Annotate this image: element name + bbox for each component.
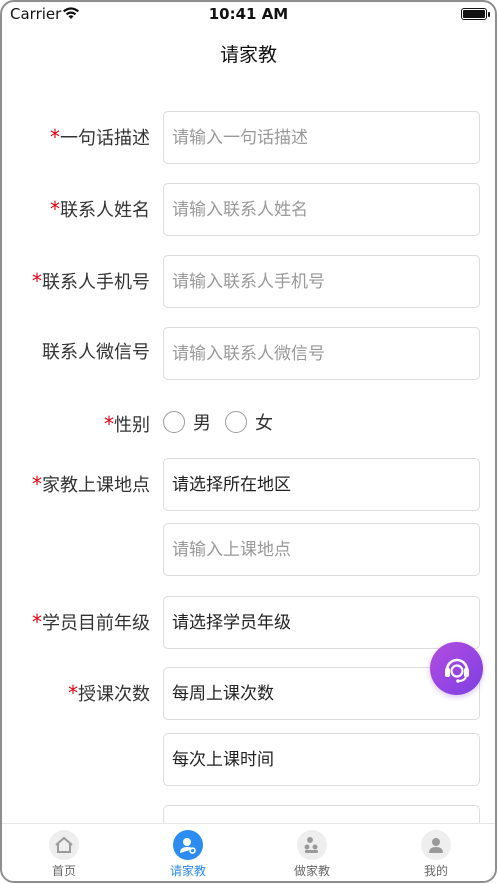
home-icon (49, 830, 79, 860)
contact-phone-input[interactable] (164, 256, 479, 307)
contact-phone-field[interactable] (163, 255, 480, 308)
tab-mine[interactable]: 我的 (396, 830, 476, 879)
address-field[interactable] (163, 523, 480, 576)
required-mark: * (32, 269, 42, 293)
required-mark: * (104, 412, 114, 436)
contact-phone-label: *联系人手机号 (2, 255, 150, 309)
search-person-icon (173, 830, 203, 860)
tab-label: 请家教 (169, 864, 206, 878)
required-mark: * (32, 472, 42, 496)
customer-service-button[interactable] (430, 642, 483, 695)
tab-request-tutor[interactable]: 请家教 (148, 830, 228, 879)
session-duration-select[interactable]: 每次上课时间 (163, 733, 480, 786)
region-select-text: 请选择所在地区 (172, 475, 291, 495)
status-time: 10:41 AM (208, 5, 289, 23)
tab-home[interactable]: 首页 (24, 830, 104, 879)
tab-label: 首页 (51, 864, 76, 878)
tab-bar: 首页 请家教 做家教 我的 (2, 823, 495, 881)
summary-input[interactable] (164, 112, 479, 163)
location-label: *家教上课地点 (2, 458, 150, 512)
gender-option-label: 女 (255, 413, 273, 434)
required-mark: * (50, 125, 60, 149)
teach-icon (297, 830, 327, 860)
gender-label: *性别 (2, 407, 150, 443)
sessions-label: *授课次数 (2, 667, 150, 721)
page-title: 请家教 (219, 44, 277, 66)
gender-option-label: 男 (193, 413, 211, 434)
tab-label: 我的 (423, 864, 448, 878)
required-mark: * (32, 610, 42, 634)
customer-service-icon (444, 658, 469, 683)
grade-label-text: 学员目前年级 (42, 613, 150, 634)
summary-field[interactable] (163, 111, 480, 164)
app-frame: Carrier 10:41 AM 请家教 *一句话描述 *联系人姓名 (0, 0, 497, 883)
contact-name-field[interactable] (163, 183, 480, 236)
session-duration-text: 每次上课时间 (172, 750, 274, 770)
location-label-text: 家教上课地点 (42, 475, 150, 496)
contact-name-input[interactable] (164, 184, 479, 235)
contact-wechat-label: 联系人微信号 (42, 342, 150, 363)
sessions-label-text: 授课次数 (78, 684, 150, 705)
contact-name-label: *联系人姓名 (2, 183, 150, 237)
summary-label-text: 一句话描述 (60, 128, 150, 149)
required-mark: * (68, 681, 78, 705)
tab-label: 做家教 (293, 864, 330, 878)
radio-circle-icon[interactable] (163, 411, 185, 433)
battery-icon (461, 8, 487, 20)
gender-radio-female[interactable]: 女 (225, 407, 273, 437)
gender-radio-male[interactable]: 男 (163, 407, 211, 437)
contact-wechat-field[interactable] (163, 327, 480, 380)
grade-label: *学员目前年级 (2, 596, 150, 650)
summary-label: *一句话描述 (2, 111, 150, 165)
radio-circle-icon[interactable] (225, 411, 247, 433)
contact-name-label-text: 联系人姓名 (60, 200, 150, 221)
profile-icon (421, 830, 451, 860)
sessions-per-week-text: 每周上课次数 (172, 684, 274, 704)
status-bar: Carrier 10:41 AM (2, 2, 495, 28)
battery-tip (488, 12, 490, 17)
required-mark: * (50, 197, 60, 221)
gender-label-text: 性别 (114, 415, 150, 436)
grade-select-text: 请选择学员年级 (172, 613, 291, 633)
tab-be-tutor[interactable]: 做家教 (272, 830, 352, 879)
contact-wechat-input[interactable] (164, 328, 479, 379)
contact-phone-label-text: 联系人手机号 (42, 272, 150, 293)
grade-select[interactable]: 请选择学员年级 (163, 596, 480, 649)
address-input[interactable] (164, 524, 479, 575)
region-select[interactable]: 请选择所在地区 (163, 458, 480, 511)
